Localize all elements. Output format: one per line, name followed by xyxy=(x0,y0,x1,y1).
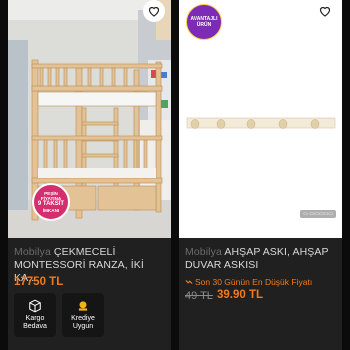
new-price: 39.90 TL xyxy=(217,289,264,301)
product-card-wood-hanger[interactable]: AVANTAJLI ÜRÜN ▭ ▭▭▭▭▭ Mobilya AHŞAP ASK… xyxy=(179,0,342,350)
box-icon xyxy=(29,299,41,313)
credit-icon xyxy=(78,301,88,311)
product-price: 17750 TL xyxy=(14,276,64,288)
product-grid: PEŞİN FİYATINA 9 TAKSİT İMKANI Mobilya Ç… xyxy=(0,0,350,350)
product-image-wood-hanger[interactable]: AVANTAJLI ÜRÜN ▭ ▭▭▭▭▭ xyxy=(179,0,342,238)
heart-icon xyxy=(319,6,331,17)
product-title[interactable]: Mobilya AHŞAP ASKI, AHŞAP DUVAR ASKISI xyxy=(185,246,337,272)
heart-icon xyxy=(148,6,160,17)
product-card-bunk-bed[interactable]: PEŞİN FİYATINA 9 TAKSİT İMKANI Mobilya Ç… xyxy=(8,0,171,350)
old-price: 49 TL xyxy=(185,290,213,302)
badge-label: Krediye Uygun xyxy=(71,315,95,330)
badge-credit: Krediye Uygun xyxy=(62,293,104,337)
badge-label: Kargo Bedava xyxy=(23,315,47,330)
product-image-bunk-bed[interactable]: PEŞİN FİYATINA 9 TAKSİT İMKANI xyxy=(8,0,171,238)
favorite-heart-button[interactable] xyxy=(314,0,336,22)
promo-badge: PEŞİN FİYATINA 9 TAKSİT İMKANI xyxy=(32,183,70,221)
brand-name: Mobilya xyxy=(14,246,51,258)
trend-down-icon xyxy=(185,280,193,284)
feature-badges: Kargo Bedava Krediye Uygun xyxy=(14,293,104,337)
brand-name: Mobilya xyxy=(185,246,222,258)
lowest-price-label: Son 30 Günün En Düşük Fiyatı xyxy=(185,277,312,287)
advantage-badge: AVANTAJLI ÜRÜN xyxy=(186,4,222,40)
favorite-heart-button[interactable] xyxy=(143,0,165,22)
watermark-logo: ▭ ▭▭▭▭▭ xyxy=(300,210,336,218)
badge-free-shipping: Kargo Bedava xyxy=(14,293,56,337)
